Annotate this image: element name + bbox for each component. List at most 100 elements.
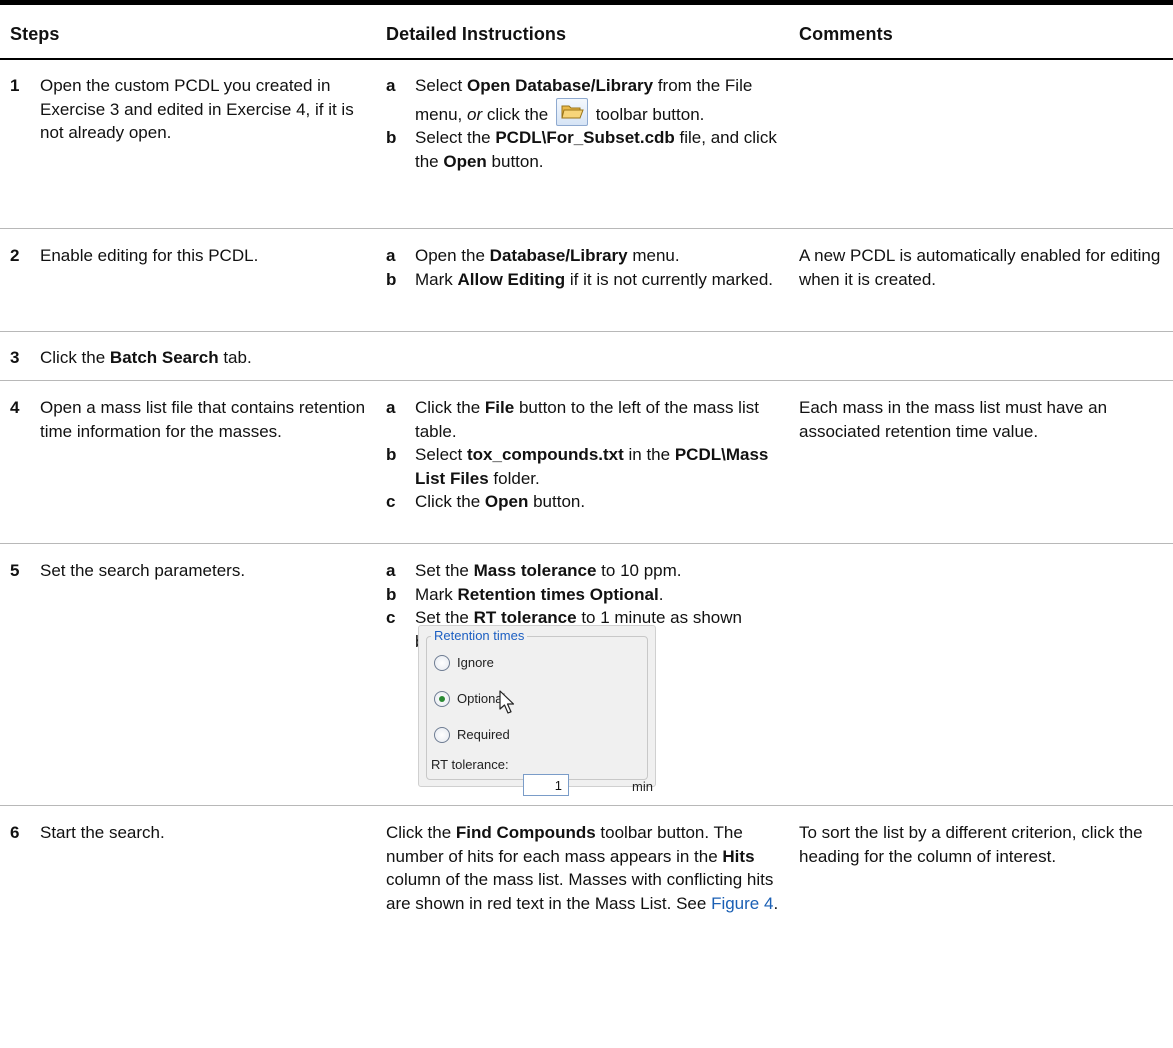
substep: b Select the PCDL\For_Subset.cdb file, a…: [386, 126, 786, 173]
parameter-name: Mass tolerance: [473, 561, 597, 580]
text: if it is not currently marked.: [565, 269, 773, 289]
text: Click the: [415, 398, 485, 417]
comment-text: Each mass in the mass list must have an …: [799, 398, 1108, 441]
substep-letter: b: [386, 584, 397, 604]
retention-times-panel: Retention times Ignore Optional Required…: [418, 625, 656, 787]
header-comments: Comments: [799, 24, 893, 44]
text: Select: [415, 76, 467, 95]
text: toolbar button.: [590, 104, 705, 124]
substep: b Select tox_compounds.txt in the PCDL\M…: [386, 443, 786, 490]
substep-letter: b: [386, 445, 397, 464]
substep: b Mark Retention times Optional.: [386, 583, 786, 607]
substep-letter: b: [386, 128, 397, 147]
text: folder.: [488, 468, 540, 488]
radio-required-label: Required: [457, 727, 510, 742]
substep-letter: a: [386, 398, 396, 417]
header-rule: [0, 58, 1173, 60]
step-text: Enable editing for this PCDL.: [40, 246, 259, 265]
text: .: [773, 893, 779, 913]
text: Select the: [415, 128, 496, 147]
text: Mark: [415, 584, 458, 604]
substep-letter: a: [386, 76, 396, 95]
detailed-instructions: a Open the Database/Library menu. b Mark…: [386, 244, 786, 291]
text: Mark: [415, 269, 458, 289]
rt-tolerance-label: RT tolerance:: [431, 757, 509, 772]
text: Open the: [415, 246, 490, 265]
detailed-instructions: a Select Open Database/Library from the …: [386, 74, 786, 173]
header-detailed: Detailed Instructions: [386, 24, 567, 44]
text: Set the: [415, 561, 474, 580]
text: menu.: [627, 246, 680, 265]
step-number: 6: [10, 823, 20, 842]
comment-text: A new PCDL is automatically enabled for …: [799, 246, 1161, 289]
text: to 10 ppm.: [596, 561, 682, 580]
step-text: Start the search.: [40, 823, 165, 842]
step-number: 5: [10, 561, 20, 580]
detailed-instructions: Click the Find Compounds toolbar button.…: [386, 821, 788, 915]
text: tab.: [218, 348, 252, 367]
row-divider: [0, 380, 1173, 381]
radio-selected-dot: [439, 696, 445, 702]
button-name: File: [484, 398, 515, 417]
open-folder-icon: [555, 97, 588, 126]
substep: b Mark Allow Editing if it is not curren…: [386, 268, 786, 292]
toolbar-button-name: Find Compounds: [455, 823, 596, 842]
button-name: Open: [443, 151, 487, 171]
file-name: tox_compounds.txt: [466, 445, 624, 464]
comment-text: To sort the list by a different criterio…: [799, 823, 1143, 866]
button-name: Open: [484, 492, 529, 511]
step-text: Open a mass list file that contains rete…: [40, 398, 366, 441]
menu-name: Database/Library: [489, 246, 628, 265]
text: Select: [415, 445, 467, 464]
menu-item: Allow Editing: [457, 269, 566, 289]
substep: a Select Open Database/Library from the …: [386, 74, 786, 126]
row-divider: [0, 228, 1173, 229]
header-steps: Steps: [10, 24, 60, 44]
step-text: Open the custom PCDL you created in Exer…: [40, 76, 354, 142]
substep: a Set the Mass tolerance to 10 ppm.: [386, 559, 786, 583]
substep: a Click the File button to the left of t…: [386, 396, 786, 443]
text: button.: [486, 151, 544, 171]
step-number: 3: [10, 348, 20, 367]
mouse-pointer-icon: [499, 690, 515, 714]
substep-letter: a: [386, 561, 396, 580]
detailed-instructions: a Click the File button to the left of t…: [386, 396, 786, 514]
instruction-table: Steps Detailed Instructions Comments 1 O…: [0, 0, 1173, 1048]
text: click the: [482, 104, 553, 124]
substep-letter: c: [386, 608, 396, 627]
row-divider: [0, 331, 1173, 332]
text: button.: [528, 492, 586, 511]
text: Click the: [386, 823, 456, 842]
text: Click the: [40, 348, 110, 367]
retention-times-legend: Retention times: [431, 628, 528, 643]
step-text: Click the Batch Search tab.: [40, 346, 370, 370]
text: or: [466, 104, 483, 124]
text: .: [658, 584, 664, 604]
menu-command: Open Database/Library: [466, 76, 654, 95]
radio-required[interactable]: [434, 727, 450, 743]
text: in the: [623, 445, 675, 464]
row-divider: [0, 543, 1173, 544]
step-number: 2: [10, 246, 20, 265]
figure-link[interactable]: Figure 4: [711, 894, 773, 913]
tab-name: Batch Search: [109, 348, 219, 367]
radio-ignore-label: Ignore: [457, 655, 494, 670]
radio-optional[interactable]: [434, 691, 450, 707]
substep: a Open the Database/Library menu.: [386, 244, 786, 268]
step-text: Set the search parameters.: [40, 561, 246, 580]
top-rule: [0, 0, 1173, 5]
row-divider: [0, 805, 1173, 806]
step-number: 4: [10, 398, 20, 417]
column-name: Hits: [722, 846, 755, 866]
substep-letter: a: [386, 246, 396, 265]
file-path: PCDL\For_Subset.cdb: [495, 128, 675, 147]
radio-ignore[interactable]: [434, 655, 450, 671]
substep: c Click the Open button.: [386, 490, 786, 514]
substep-letter: b: [386, 269, 397, 289]
rt-tolerance-unit: min: [632, 779, 653, 794]
rt-tolerance-input[interactable]: 1: [523, 774, 569, 796]
step-number: 1: [10, 76, 20, 95]
option-name: Retention times Optional: [457, 584, 659, 604]
text: Click the: [415, 492, 485, 511]
substep-letter: c: [386, 492, 396, 511]
